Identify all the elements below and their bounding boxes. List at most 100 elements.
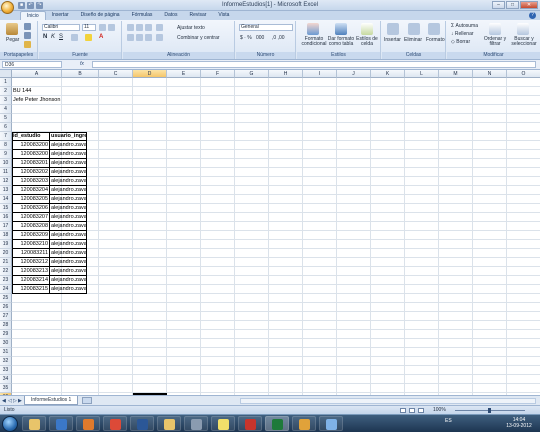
- column-header[interactable]: M: [439, 70, 473, 78]
- align-bottom-icon[interactable]: [145, 24, 152, 31]
- table-cell-usuario[interactable]: alejandro.zavala: [50, 159, 87, 168]
- decimal-buttons[interactable]: ,0 ,00: [272, 35, 285, 41]
- row-header[interactable]: 8: [0, 141, 12, 150]
- page-break-view-icon[interactable]: [418, 408, 424, 413]
- row-header[interactable]: 10: [0, 159, 12, 168]
- borders-icon[interactable]: [71, 34, 78, 41]
- tab-datos[interactable]: Datos: [158, 11, 183, 20]
- table-cell-usuario[interactable]: alejandro.zavala: [50, 276, 87, 285]
- column-header[interactable]: E: [167, 70, 201, 78]
- row-header[interactable]: 4: [0, 105, 12, 114]
- tab-revisar[interactable]: Revisar: [183, 11, 212, 20]
- taskbar-app[interactable]: [22, 416, 46, 431]
- row-header[interactable]: 2: [0, 87, 12, 96]
- row-header[interactable]: 23: [0, 276, 12, 285]
- normal-view-icon[interactable]: [400, 408, 406, 413]
- maximize-button[interactable]: □: [506, 1, 519, 9]
- tab-diseno-pagina[interactable]: Diseño de página: [75, 11, 126, 20]
- row-header[interactable]: 28: [0, 321, 12, 330]
- italic-button[interactable]: K: [51, 34, 55, 40]
- row-header[interactable]: 17: [0, 222, 12, 231]
- align-left-icon[interactable]: [127, 34, 134, 41]
- clock[interactable]: 14:04 13-09-2012: [500, 417, 538, 429]
- table-cell-usuario[interactable]: alejandro.zavala: [50, 186, 87, 195]
- table-cell-usuario[interactable]: alejandro.zavala: [50, 258, 87, 267]
- table-cell-usuario[interactable]: alejandro.zavala: [50, 249, 87, 258]
- font-name-select[interactable]: Calibri: [42, 24, 80, 31]
- minimize-button[interactable]: –: [492, 1, 505, 9]
- table-header-usuario[interactable]: usuario_ingreso: [50, 132, 87, 141]
- taskbar-app[interactable]: [130, 416, 154, 431]
- paste-button[interactable]: Pegar: [6, 37, 19, 43]
- table-cell-id[interactable]: 120083213: [12, 267, 50, 276]
- column-header[interactable]: G: [235, 70, 269, 78]
- column-header[interactable]: I: [303, 70, 337, 78]
- worksheet-grid[interactable]: ABCDEFGHIJKLMNO 1 2 3 4 5 6 7 8 9 10 11 12 13 14 15 16 1…: [0, 70, 540, 395]
- row-header[interactable]: 18: [0, 231, 12, 240]
- column-header[interactable]: O: [507, 70, 540, 78]
- column-header[interactable]: H: [269, 70, 303, 78]
- column-header[interactable]: A: [12, 70, 62, 78]
- column-header[interactable]: N: [473, 70, 507, 78]
- sort-filter-icon[interactable]: [489, 23, 501, 35]
- fill-color-icon[interactable]: [85, 34, 92, 41]
- name-box[interactable]: D36: [2, 61, 62, 68]
- page-layout-view-icon[interactable]: [409, 408, 415, 413]
- thousands-button[interactable]: 000: [256, 35, 264, 41]
- autosum-button[interactable]: Σ Autosuma: [451, 23, 478, 29]
- insert-cells-button[interactable]: Insertar: [384, 37, 401, 43]
- table-cell-id[interactable]: 120083208: [12, 222, 50, 231]
- row-header[interactable]: 29: [0, 330, 12, 339]
- row-header[interactable]: 14: [0, 195, 12, 204]
- clear-button[interactable]: ◇ Borrar: [451, 39, 470, 45]
- row-header[interactable]: 3: [0, 96, 12, 105]
- shrink-font-icon[interactable]: [108, 24, 115, 31]
- first-sheet-icon[interactable]: ◀: [2, 398, 7, 404]
- zoom-level[interactable]: 100%: [433, 407, 446, 413]
- cell-styles-button[interactable]: Estilos de celda: [355, 37, 379, 47]
- table-cell-usuario[interactable]: alejandro.zavala: [50, 285, 87, 294]
- wrap-text-button[interactable]: Ajustar texto: [177, 25, 205, 31]
- taskbar-app[interactable]: [265, 416, 289, 431]
- row-header[interactable]: 33: [0, 366, 12, 375]
- row-header[interactable]: 22: [0, 267, 12, 276]
- format-cells-button[interactable]: Formato: [426, 37, 445, 43]
- taskbar-app[interactable]: [211, 416, 235, 431]
- tab-inicio[interactable]: Inicio: [20, 11, 46, 20]
- number-format-select[interactable]: General: [239, 24, 293, 31]
- format-painter-icon[interactable]: [24, 41, 31, 48]
- table-cell-id[interactable]: 120083212: [12, 258, 50, 267]
- row-header[interactable]: 11: [0, 168, 12, 177]
- table-cell-id[interactable]: 120083205: [12, 195, 50, 204]
- table-cell-id[interactable]: 120083200: [12, 141, 50, 150]
- row-header[interactable]: 1: [0, 78, 12, 87]
- insert-sheet-button[interactable]: [82, 397, 92, 404]
- table-cell-id[interactable]: 120083201: [12, 159, 50, 168]
- table-cell-id[interactable]: 120083215: [12, 285, 50, 294]
- column-header[interactable]: B: [62, 70, 99, 78]
- table-cell-usuario[interactable]: alejandro.zavala: [50, 213, 87, 222]
- row-header[interactable]: 9: [0, 150, 12, 159]
- table-cell-id[interactable]: 120083207: [12, 213, 50, 222]
- taskbar-app[interactable]: [292, 416, 316, 431]
- tab-insertar[interactable]: Insertar: [46, 11, 75, 20]
- row-header[interactable]: 7: [0, 132, 12, 141]
- cell-a3[interactable]: Jefe Peter Jhonson: [12, 96, 112, 105]
- orientation-icon[interactable]: [156, 24, 163, 31]
- taskbar-app[interactable]: [238, 416, 262, 431]
- currency-button[interactable]: $ · %: [240, 35, 252, 41]
- row-header[interactable]: 20: [0, 249, 12, 258]
- row-header[interactable]: 35: [0, 384, 12, 393]
- column-header[interactable]: L: [405, 70, 439, 78]
- table-header-id-estudio[interactable]: id_estudio: [12, 132, 50, 141]
- table-cell-usuario[interactable]: alejandro.zavala: [50, 240, 87, 249]
- underline-button[interactable]: S: [59, 34, 63, 40]
- table-cell-id[interactable]: 120083211: [12, 249, 50, 258]
- formula-input[interactable]: [92, 61, 536, 68]
- grow-font-icon[interactable]: [99, 24, 106, 31]
- table-cell-usuario[interactable]: alejandro.zavala: [50, 204, 87, 213]
- taskbar-app[interactable]: [49, 416, 73, 431]
- column-header[interactable]: K: [371, 70, 405, 78]
- row-header[interactable]: 21: [0, 258, 12, 267]
- taskbar-app[interactable]: [184, 416, 208, 431]
